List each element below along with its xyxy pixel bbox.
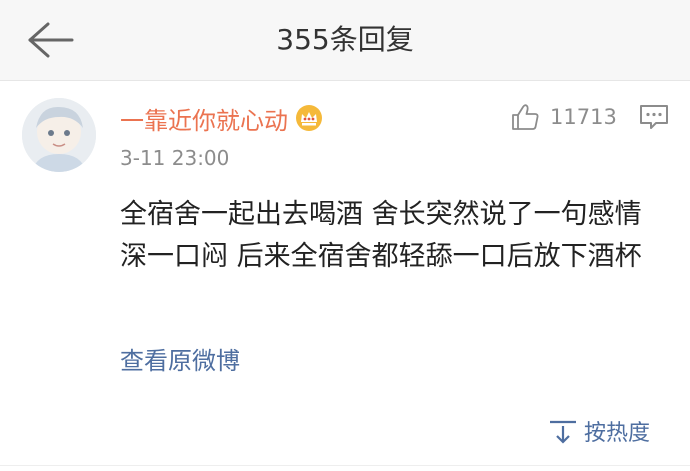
- back-arrow-icon: [28, 22, 74, 58]
- sort-button[interactable]: 按热度: [548, 416, 650, 446]
- username[interactable]: 一靠近你就心动: [120, 101, 288, 136]
- crown-icon: [294, 104, 324, 132]
- avatar[interactable]: [22, 98, 96, 172]
- comment-body: 全宿舍一起出去喝酒 舍长突然说了一句感情深一口闷 后来全宿舍都轻舔一口后放下酒杯: [120, 199, 642, 272]
- like-button[interactable]: 11713: [510, 100, 617, 134]
- avatar-illustration: [22, 98, 96, 172]
- view-original-link[interactable]: 查看原微博: [120, 341, 240, 376]
- divider: [0, 465, 690, 466]
- sort-label: 按热度: [584, 421, 651, 446]
- like-count: 11713: [550, 105, 617, 129]
- comment-timestamp: 3-11 23:00: [120, 146, 230, 170]
- thumbs-up-icon: [512, 104, 539, 130]
- comment-icon: [640, 105, 668, 129]
- top-bar: 355条回复: [0, 0, 690, 81]
- back-button[interactable]: [20, 18, 80, 62]
- username-row: 一靠近你就心动: [120, 98, 324, 138]
- reply-button[interactable]: [638, 103, 670, 131]
- sort-icon: [550, 420, 576, 444]
- page-title: 355条回复: [276, 23, 414, 56]
